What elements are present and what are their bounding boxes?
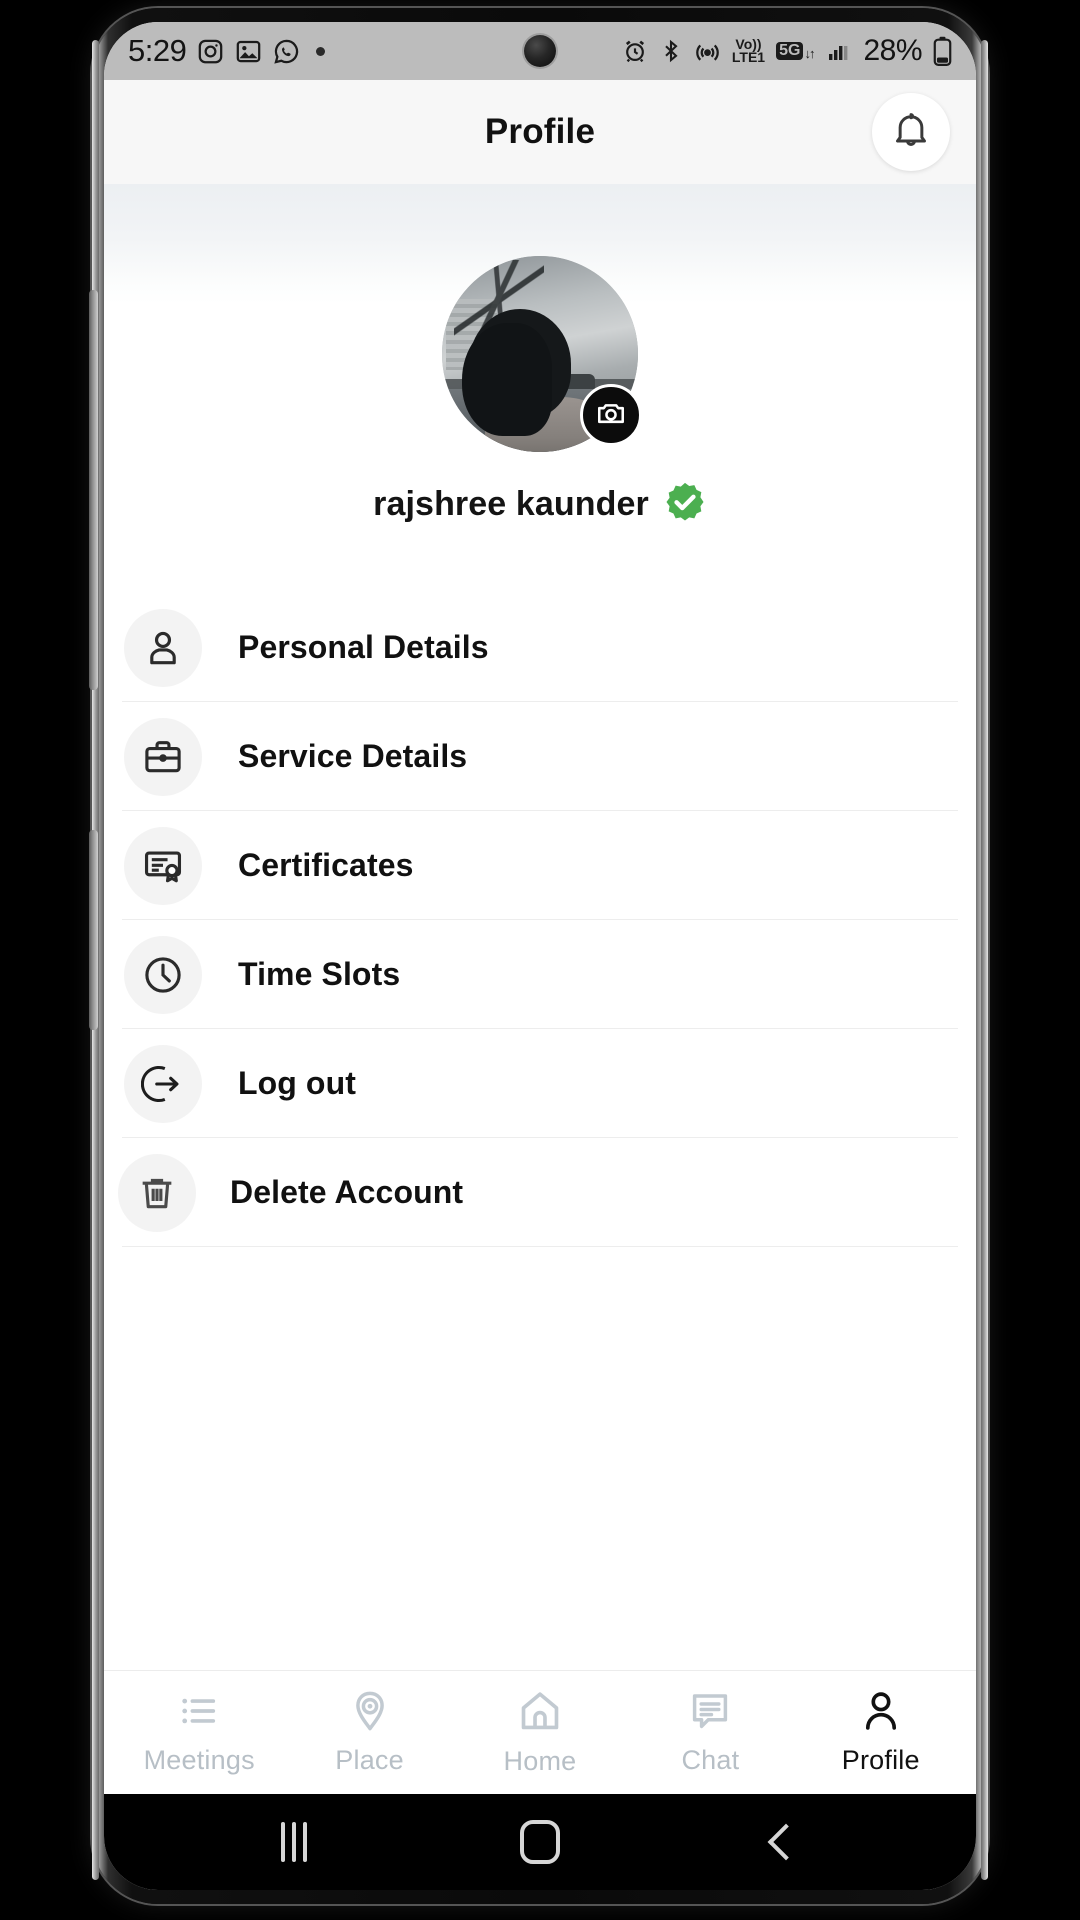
- notification-dot: [316, 46, 326, 56]
- user-name-row: rajshree kaunder: [104, 480, 976, 529]
- bell-icon: [890, 109, 932, 156]
- menu-item-service-details[interactable]: Service Details: [104, 702, 976, 811]
- page-title: Profile: [484, 112, 596, 151]
- person-icon: [124, 608, 202, 687]
- camera-icon: [595, 397, 627, 434]
- instagram-icon: [197, 38, 224, 65]
- home-square-icon[interactable]: [519, 1820, 560, 1864]
- menu-item-label: Time Slots: [238, 956, 401, 992]
- phone-screen: 5:29 Vo)) LTE1 5G ↓↑ 28% Profile rajshre…: [104, 22, 976, 1890]
- avatar-photo-hair: [461, 322, 552, 437]
- location-icon: [348, 1689, 392, 1738]
- volume-button[interactable]: [89, 290, 98, 690]
- gallery-icon: [235, 38, 262, 65]
- clock-icon: [124, 935, 202, 1014]
- network-arrows: ↓↑: [804, 46, 815, 62]
- network-type-label: 5G: [776, 41, 804, 61]
- list-icon: [177, 1689, 221, 1738]
- status-bar: 5:29 Vo)) LTE1 5G ↓↑ 28%: [104, 22, 976, 80]
- trash-icon: [118, 1153, 196, 1232]
- nav-item-label: Profile: [841, 1745, 920, 1775]
- bottom-navigation: Meetings Place Home Chat Profile: [104, 1670, 976, 1794]
- chat-icon: [688, 1689, 732, 1738]
- profile-content: rajshree kaunder Personal Details Servic…: [104, 184, 976, 1670]
- menu-item-log-out[interactable]: Log out: [104, 1029, 976, 1138]
- status-clock: 5:29: [128, 33, 187, 68]
- menu-item-label: Delete Account: [230, 1174, 464, 1210]
- user-name: rajshree kaunder: [373, 485, 649, 523]
- menu-item-label: Personal Details: [238, 629, 489, 665]
- battery-icon: [933, 36, 952, 66]
- front-camera-punchhole: [524, 35, 556, 67]
- bluetooth-icon: [659, 38, 683, 64]
- logout-icon: [124, 1044, 202, 1123]
- nav-item-meetings[interactable]: Meetings: [118, 1689, 280, 1776]
- volte-bottom-label: LTE1: [731, 49, 766, 65]
- status-bar-right: Vo)) LTE1 5G ↓↑ 28%: [622, 34, 952, 68]
- status-bar-left: 5:29: [128, 33, 326, 69]
- certificate-icon: [124, 826, 202, 905]
- home-icon: [517, 1688, 563, 1739]
- whatsapp-icon: [273, 38, 300, 65]
- android-navigation-bar: [104, 1794, 976, 1890]
- nav-item-home[interactable]: Home: [459, 1688, 621, 1777]
- menu-item-label: Certificates: [238, 847, 414, 883]
- menu-item-time-slots[interactable]: Time Slots: [104, 920, 976, 1029]
- menu-item-certificates[interactable]: Certificates: [104, 811, 976, 920]
- network-type-icon: 5G ↓↑: [776, 41, 815, 62]
- battery-percent-label: 28%: [863, 34, 922, 67]
- signal-bars-icon: [824, 39, 852, 63]
- nav-item-label: Chat: [681, 1745, 740, 1775]
- verified-badge-icon: [663, 480, 707, 529]
- menu-item-personal-details[interactable]: Personal Details: [104, 593, 976, 702]
- person-icon: [859, 1689, 903, 1738]
- menu-item-label: Service Details: [238, 738, 468, 774]
- change-photo-button[interactable]: [580, 384, 642, 446]
- hotspot-icon: [694, 38, 721, 65]
- nav-item-chat[interactable]: Chat: [629, 1689, 791, 1776]
- notification-button[interactable]: [872, 93, 950, 171]
- screenshot-root: 5:29 Vo)) LTE1 5G ↓↑ 28% Profile rajshre…: [0, 0, 1080, 1920]
- volte-icon: Vo)) LTE1: [731, 37, 766, 65]
- profile-menu-list: Personal Details Service Details Certifi…: [104, 593, 976, 1247]
- nav-item-label: Meetings: [143, 1745, 255, 1775]
- avatar-container[interactable]: [442, 256, 642, 452]
- alarm-icon: [622, 38, 648, 64]
- recents-icon[interactable]: [280, 1822, 307, 1862]
- menu-item-label: Log out: [238, 1065, 356, 1101]
- nav-item-label: Home: [503, 1746, 577, 1776]
- power-button[interactable]: [89, 830, 98, 1030]
- briefcase-icon: [124, 717, 202, 796]
- menu-item-delete-account[interactable]: Delete Account: [104, 1138, 976, 1247]
- app-header: Profile: [104, 80, 976, 184]
- frame-edge-right: [981, 40, 988, 1880]
- nav-item-profile[interactable]: Profile: [800, 1689, 962, 1776]
- nav-item-place[interactable]: Place: [289, 1689, 451, 1776]
- nav-item-label: Place: [335, 1745, 404, 1775]
- back-chevron-icon[interactable]: [767, 1823, 805, 1861]
